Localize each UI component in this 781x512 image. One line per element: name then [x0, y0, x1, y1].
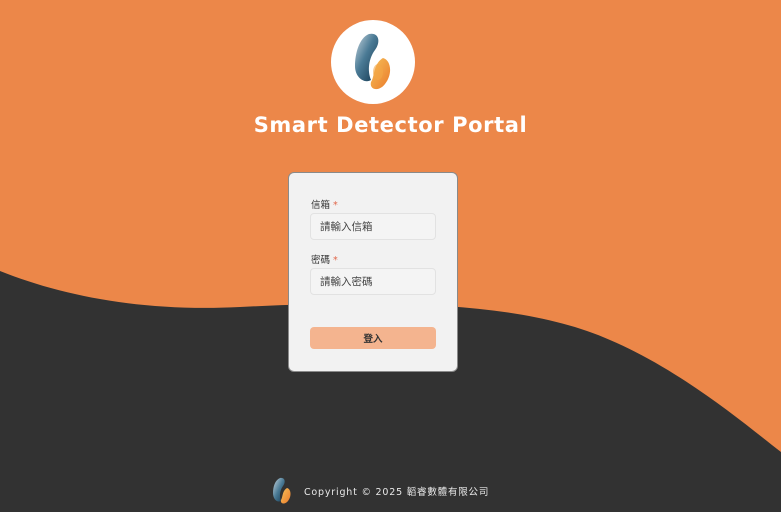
app-title: Smart Detector Portal — [253, 113, 528, 137]
password-required-mark: * — [333, 255, 338, 266]
copyright-text: Copyright © 2025 韜睿數體有限公司 — [304, 487, 490, 498]
login-card: 信箱* 密碼* 登入 — [288, 172, 458, 372]
brand-logo — [331, 20, 415, 104]
footer-logo-icon — [273, 477, 291, 504]
brand-logo-icon — [355, 33, 391, 90]
password-label: 密碼 * — [311, 252, 338, 266]
password-label-text: 密碼 — [311, 255, 331, 266]
email-required-mark: * — [333, 200, 338, 211]
password-input[interactable] — [310, 268, 436, 295]
footer: Copyright © 2025 韜睿數體有限公司 — [268, 476, 489, 506]
email-label-text: 信箱 — [311, 200, 331, 211]
email-input[interactable] — [310, 213, 436, 240]
email-label: 信箱 * — [311, 197, 338, 211]
login-button[interactable]: 登入 — [310, 327, 436, 349]
